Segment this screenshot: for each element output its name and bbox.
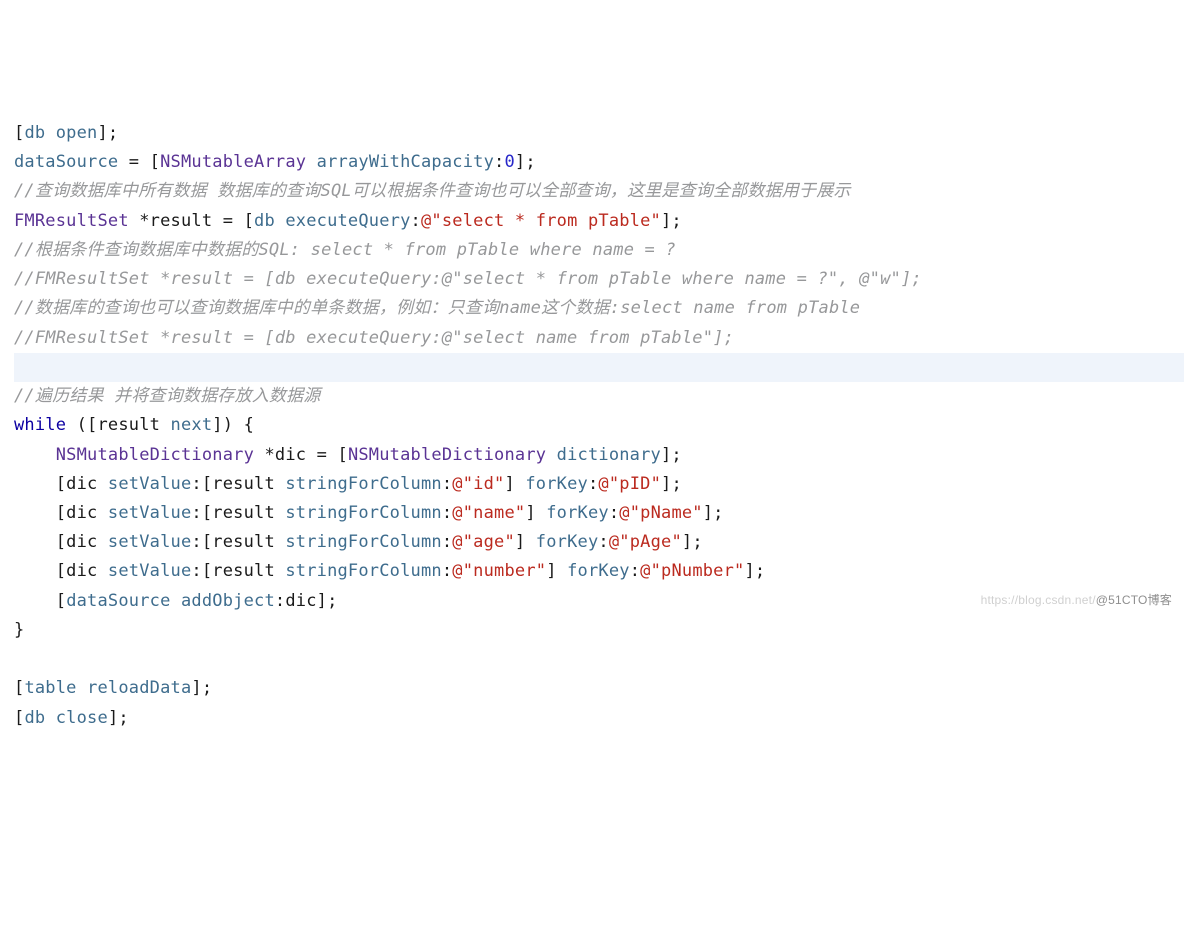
code-line: } bbox=[14, 616, 1184, 645]
code-line: [dic setValue:[result stringForColumn:@"… bbox=[14, 528, 1184, 557]
code-comment: //查询数据库中所有数据 数据库的查询SQL可以根据条件查询也可以全部查询，这里… bbox=[14, 177, 1184, 206]
code-comment: //遍历结果 并将查询数据存放入数据源 bbox=[14, 382, 1184, 411]
code-line: [db close]; bbox=[14, 704, 1184, 733]
code-line: dataSource = [NSMutableArray arrayWithCa… bbox=[14, 148, 1184, 177]
code-line: [table reloadData]; bbox=[14, 674, 1184, 703]
code-comment: //FMResultSet *result = [db executeQuery… bbox=[14, 265, 1184, 294]
code-line: FMResultSet *result = [db executeQuery:@… bbox=[14, 207, 1184, 236]
code-line: NSMutableDictionary *dic = [NSMutableDic… bbox=[14, 441, 1184, 470]
code-comment: //FMResultSet *result = [db executeQuery… bbox=[14, 324, 1184, 353]
code-line: [dic setValue:[result stringForColumn:@"… bbox=[14, 499, 1184, 528]
code-line: [db open]; bbox=[14, 119, 1184, 148]
code-line: [dic setValue:[result stringForColumn:@"… bbox=[14, 470, 1184, 499]
code-blank-line bbox=[14, 645, 1184, 674]
code-line: [dic setValue:[result stringForColumn:@"… bbox=[14, 557, 1184, 586]
watermark: https://blog.csdn.net/@51CTO博客 bbox=[981, 590, 1172, 611]
code-blank-line bbox=[14, 353, 1184, 382]
code-line: while ([result next]) { bbox=[14, 411, 1184, 440]
code-comment: //数据库的查询也可以查询数据库中的单条数据，例如：只查询name这个数据:se… bbox=[14, 294, 1184, 323]
code-comment: //根据条件查询数据库中数据的SQL: select * from pTable… bbox=[14, 236, 1184, 265]
